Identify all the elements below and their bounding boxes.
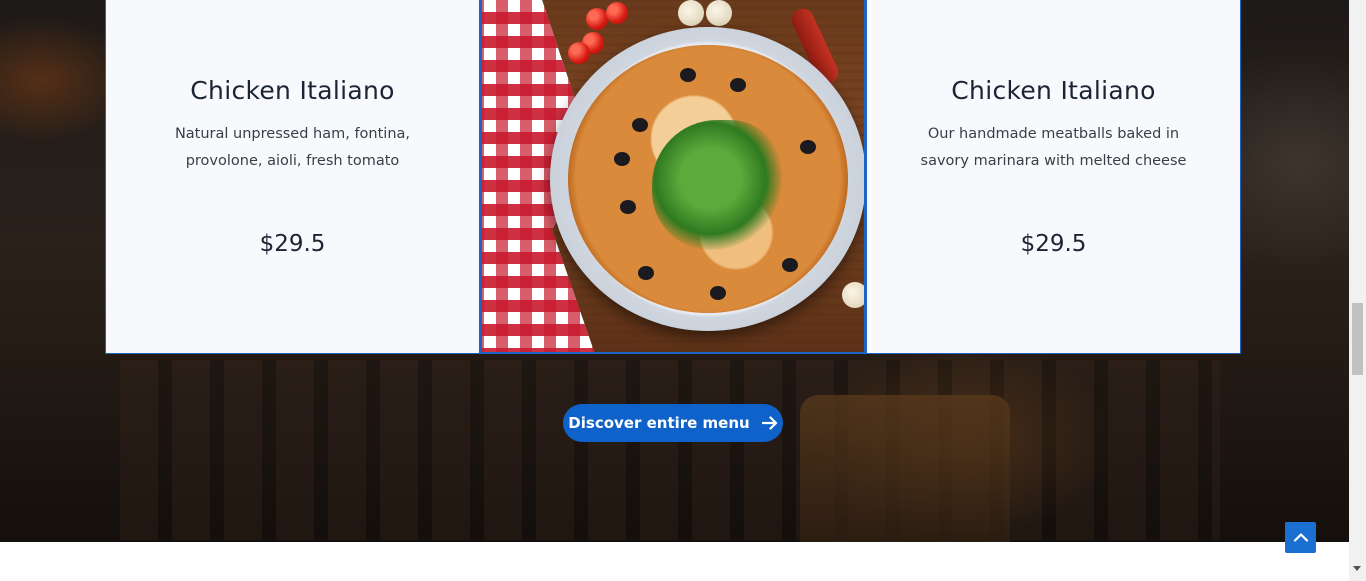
menu-card-title: Chicken Italiano [951, 76, 1156, 105]
cherry-tomato [606, 2, 628, 24]
chevron-up-icon [1293, 529, 1309, 547]
restaurant-chair-backdrop [800, 395, 1010, 542]
pizza-photo [480, 0, 866, 354]
scrollbar-thumb[interactable] [1352, 303, 1363, 375]
olive-topping [614, 152, 630, 166]
olive-topping [730, 78, 746, 92]
garlic-bulb [842, 282, 864, 308]
olive-topping [800, 140, 816, 154]
menu-card-title: Chicken Italiano [190, 76, 395, 105]
menu-card-price: $29.5 [259, 231, 326, 257]
restaurant-interior-backdrop [120, 360, 1220, 540]
garlic-bulb [706, 0, 732, 26]
cherry-tomato [568, 42, 590, 64]
scroll-to-top-button[interactable] [1285, 522, 1316, 553]
page-scrollbar[interactable] [1349, 0, 1366, 581]
scroll-down-arrow-icon[interactable] [1353, 566, 1361, 571]
olive-topping [620, 200, 636, 214]
cherry-tomato [586, 8, 608, 30]
olive-topping [638, 266, 654, 280]
menu-card: Chicken Italiano Natural unpressed ham, … [105, 0, 480, 354]
olive-topping [632, 118, 648, 132]
menu-card: Chicken Italiano Our handmade meatballs … [866, 0, 1241, 354]
discover-menu-label: Discover entire menu [568, 414, 750, 432]
olive-topping [680, 68, 696, 82]
arrow-right-icon [761, 416, 778, 430]
olive-topping [710, 286, 726, 300]
olive-topping [782, 258, 798, 272]
garlic-bulb [678, 0, 704, 26]
menu-card-description: Our handmade meatballs baked in savory m… [920, 126, 1187, 169]
menu-card-price: $29.5 [1020, 231, 1087, 257]
menu-card-description: Natural unpressed ham, fontina, provolon… [174, 126, 411, 169]
menu-cards-row: Chicken Italiano Natural unpressed ham, … [105, 0, 1241, 354]
discover-menu-button[interactable]: Discover entire menu [563, 404, 783, 442]
